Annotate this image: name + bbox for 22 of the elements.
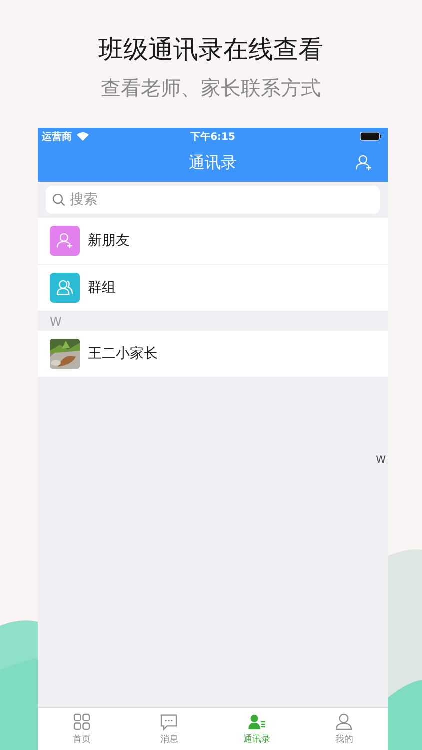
person-icon bbox=[334, 712, 354, 732]
search-field[interactable]: 搜索 bbox=[46, 186, 380, 214]
screen-title: 通讯录 bbox=[189, 153, 237, 174]
add-contact-icon[interactable] bbox=[354, 153, 374, 173]
clock: 下午6:15 bbox=[190, 130, 236, 144]
shortcut-row[interactable]: 群组 bbox=[38, 265, 388, 312]
chat-bubble-icon bbox=[159, 712, 180, 732]
carrier-label: 运营商 bbox=[42, 130, 72, 144]
contact-name: 王二小家长 bbox=[88, 345, 158, 363]
contact-row[interactable]: 王二小家长 bbox=[38, 331, 388, 378]
subheadline: 查看老师、家长联系方式 bbox=[101, 75, 321, 101]
shortcut-row[interactable]: 新朋友 bbox=[38, 218, 388, 265]
shortcut-label: 新朋友 bbox=[88, 232, 130, 250]
battery-icon bbox=[360, 132, 382, 141]
headline: 班级通讯录在线查看 bbox=[98, 34, 324, 66]
grid-icon bbox=[72, 712, 92, 732]
shortcut-label: 群组 bbox=[88, 279, 116, 297]
search-icon bbox=[52, 193, 66, 207]
section-header: W bbox=[49, 314, 63, 330]
wifi-icon bbox=[77, 132, 89, 141]
index-letter[interactable]: W bbox=[376, 455, 386, 466]
person-list-icon bbox=[246, 712, 267, 732]
